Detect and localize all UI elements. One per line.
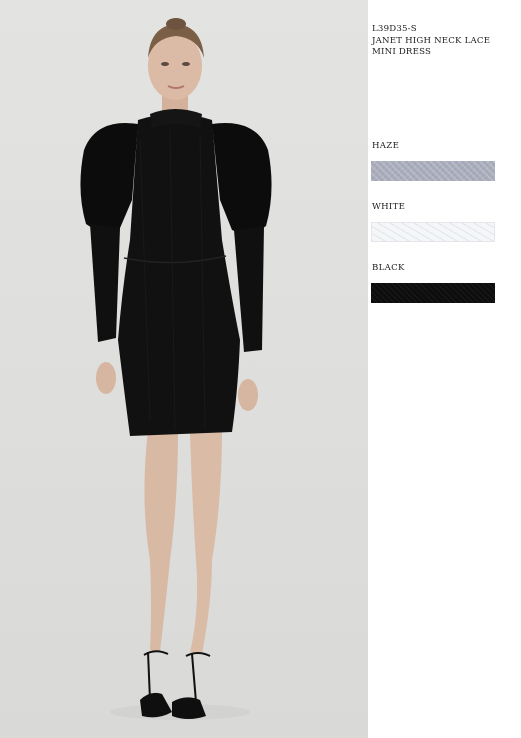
model-figure-illustration bbox=[80, 18, 272, 720]
swatch-black[interactable] bbox=[371, 283, 495, 303]
product-info-panel: L39D35-S JANET HIGH NECK LACE MINI DRESS… bbox=[368, 0, 521, 738]
swatch-label-black: BLACK bbox=[372, 263, 405, 273]
swatch-label-white: WHITE bbox=[372, 202, 406, 212]
swatch-label-haze: HAZE bbox=[372, 141, 400, 151]
product-name: JANET HIGH NECK LACE MINI DRESS bbox=[372, 36, 491, 57]
swatch-white[interactable] bbox=[371, 222, 495, 242]
model-photo bbox=[0, 0, 368, 738]
product-code: L39D35-S bbox=[372, 24, 417, 34]
swatch-haze[interactable] bbox=[371, 161, 495, 181]
